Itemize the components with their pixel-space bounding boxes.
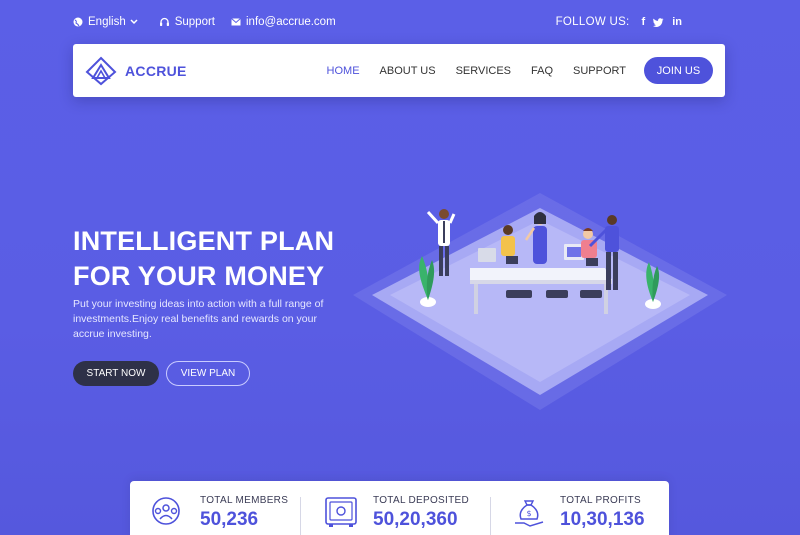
join-us-button[interactable]: JOIN US: [644, 57, 713, 84]
stat-divider-2: [490, 497, 491, 535]
globe-icon: [73, 17, 83, 27]
logo-mark-icon: [85, 56, 117, 85]
money-bag-icon: $: [515, 500, 544, 527]
top-bar: English Support info@accrue.com FOLLOW U…: [73, 12, 690, 32]
stat-total-profits: $ TOTAL PROFITS 10,30,136: [512, 495, 645, 531]
stat-deposited-value: 50,20,360: [373, 509, 458, 530]
nav-item-faq[interactable]: FAQ: [531, 65, 553, 77]
start-now-button[interactable]: START NOW: [73, 361, 159, 386]
nav-item-home[interactable]: HOME: [327, 65, 360, 77]
stat-total-deposited: TOTAL DEPOSITED 50,20,360: [323, 495, 469, 531]
nav-item-support[interactable]: SUPPORT: [573, 65, 626, 77]
language-label: English: [88, 16, 126, 28]
chevron-down-icon: [130, 19, 138, 25]
nav-menu: HOME ABOUT US SERVICES FAQ SUPPORT JOIN …: [307, 57, 713, 84]
social-links: FOLLOW US: f in: [556, 16, 690, 28]
brand-logo[interactable]: ACCRUE: [85, 56, 187, 86]
hero-title-line-1: INTELLIGENT PLAN: [73, 226, 335, 256]
stat-divider-1: [300, 497, 301, 535]
nav-item-services[interactable]: SERVICES: [456, 65, 511, 77]
linkedin-icon[interactable]: in: [672, 16, 682, 28]
hero-title-line-2: FOR YOUR MONEY: [73, 261, 325, 291]
facebook-icon[interactable]: f: [642, 16, 646, 28]
stat-profits-label: TOTAL PROFITS: [560, 495, 641, 506]
stat-members-label: TOTAL MEMBERS: [200, 495, 289, 506]
envelope-icon: [231, 18, 241, 26]
hero-title: INTELLIGENT PLAN FOR YOUR MONEY: [73, 224, 393, 294]
twitter-icon[interactable]: [653, 17, 664, 27]
stat-members-value: 50,236: [200, 509, 259, 530]
safe-icon: [325, 497, 357, 527]
main-navbar: ACCRUE HOME ABOUT US SERVICES FAQ SUPPOR…: [73, 44, 725, 97]
stat-total-members: TOTAL MEMBERS 50,236: [146, 495, 288, 531]
headset-icon: [159, 17, 169, 26]
stats-bar: TOTAL MEMBERS 50,236 TOTAL DEPOSITED 50,…: [130, 481, 669, 535]
stat-deposited-label: TOTAL DEPOSITED: [373, 495, 469, 506]
support-label: Support: [174, 16, 215, 28]
email-link[interactable]: info@accrue.com: [231, 16, 336, 28]
follow-us-label: FOLLOW US:: [555, 16, 630, 28]
language-selector[interactable]: English: [73, 16, 143, 28]
stat-profits-value: 10,30,136: [560, 509, 645, 530]
nav-item-about-us[interactable]: ABOUT US: [380, 65, 436, 77]
view-plan-button[interactable]: VIEW PLAN: [166, 361, 250, 386]
email-label: info@accrue.com: [246, 16, 336, 28]
members-icon: [152, 497, 180, 525]
team-office-illustration: [353, 193, 727, 410]
svg-text:$: $: [526, 509, 531, 518]
hero-description: Put your investing ideas into action wit…: [73, 298, 324, 340]
brand-name: ACCRUE: [125, 62, 187, 79]
support-link[interactable]: Support: [159, 16, 215, 28]
